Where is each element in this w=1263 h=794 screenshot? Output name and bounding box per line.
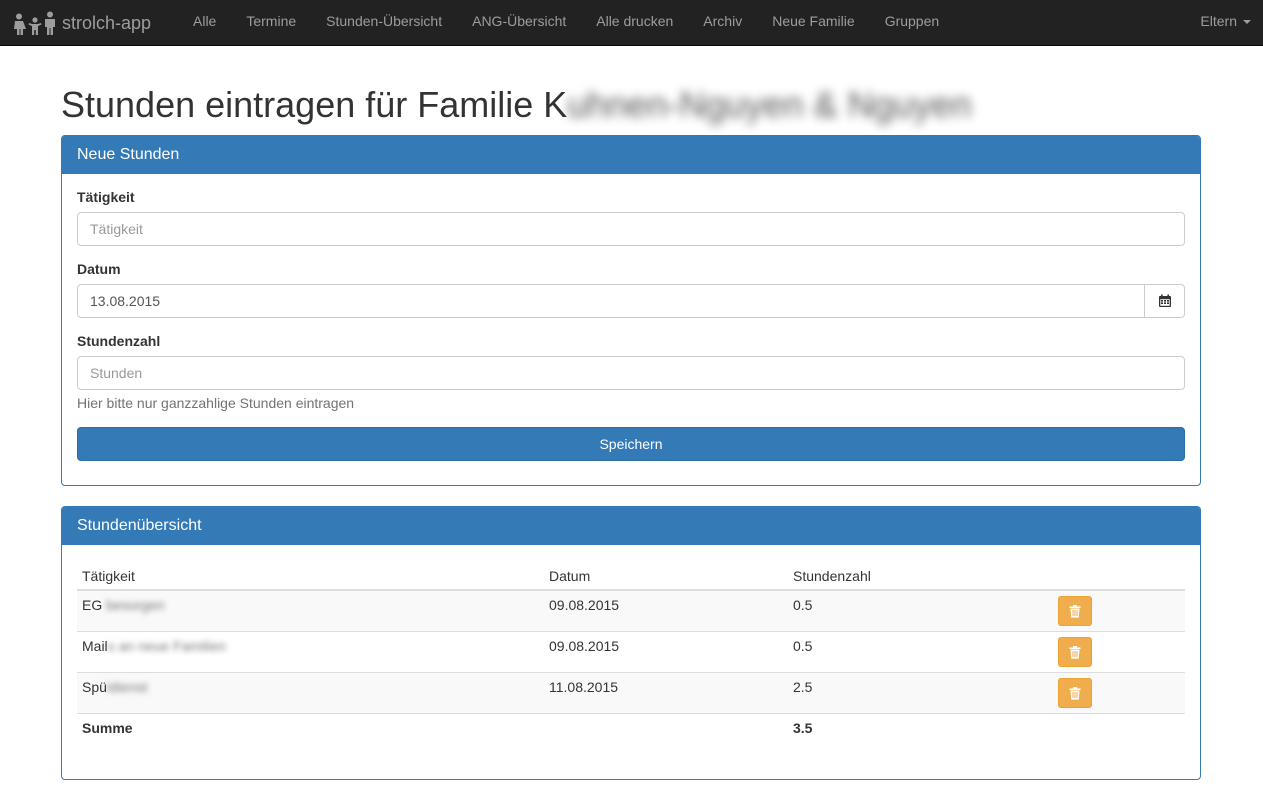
nav-item-ang-uebersicht[interactable]: ANG-Übersicht: [457, 0, 581, 46]
delete-button[interactable]: [1058, 678, 1092, 708]
cell-activity: Mails an neue Familien: [77, 631, 544, 673]
sum-empty-cell: [544, 713, 788, 755]
redacted-activity-text: s an neue Familien: [107, 638, 226, 654]
trash-icon: [1069, 645, 1081, 659]
activity-label: Tätigkeit: [77, 189, 135, 205]
page-title: Stunden eintragen für Familie Kuhnen-Ngu…: [61, 84, 972, 126]
activity-text: Spü: [82, 679, 107, 695]
nav-item-gruppen[interactable]: Gruppen: [870, 0, 954, 46]
save-button[interactable]: Speichern: [77, 427, 1185, 461]
main-nav: Alle Termine Stunden-Übersicht ANG-Übers…: [178, 0, 954, 46]
hours-label: Stundenzahl: [77, 333, 161, 349]
column-header-hours: Stundenzahl: [788, 559, 1053, 591]
table-row: EG besorgen 09.08.2015 0.5: [77, 589, 1185, 632]
cell-hours: 0.5: [788, 589, 1053, 632]
table-row: Mails an neue Familien 09.08.2015 0.5: [77, 631, 1185, 673]
date-input-group: [77, 284, 1185, 318]
nav-item-termine[interactable]: Termine: [231, 0, 311, 46]
cell-actions: [1053, 631, 1185, 673]
page-title-text: Stunden eintragen für Familie K: [61, 84, 568, 125]
cell-hours: 2.5: [788, 672, 1053, 714]
nav-item-neue-familie[interactable]: Neue Familie: [757, 0, 869, 46]
table-row: Spüldienst 11.08.2015 2.5: [77, 672, 1185, 714]
nav-item-archiv[interactable]: Archiv: [688, 0, 757, 46]
cell-date: 09.08.2015: [544, 631, 788, 673]
date-label: Datum: [77, 261, 121, 277]
hours-overview-panel: Stundenübersicht Tätigkeit Datum Stunden…: [61, 506, 1201, 780]
trash-icon: [1069, 604, 1081, 618]
calendar-button[interactable]: [1145, 284, 1185, 318]
cell-actions: [1053, 589, 1185, 632]
sum-row: Summe 3.5: [77, 713, 1185, 755]
delete-button[interactable]: [1058, 596, 1092, 626]
nav-item-alle[interactable]: Alle: [178, 0, 231, 46]
sum-label: Summe: [77, 713, 544, 755]
sum-actions-cell: [1053, 713, 1185, 755]
redacted-activity-text: ldienst: [106, 679, 148, 695]
column-header-date: Datum: [544, 559, 788, 591]
cell-hours: 0.5: [788, 631, 1053, 673]
hours-overview-body: Tätigkeit Datum Stundenzahl EG besorgen …: [62, 545, 1200, 770]
redacted-family-name: uhnen-Nguyen & Nguyen: [567, 84, 972, 125]
top-navbar: strolch-app Alle Termine Stunden-Übersic…: [0, 0, 1263, 46]
cell-date: 11.08.2015: [544, 672, 788, 714]
activity-text: Mail: [82, 638, 108, 654]
date-group: Datum: [77, 261, 1185, 318]
new-hours-form: Tätigkeit Datum Stun: [62, 174, 1200, 476]
hours-help-text: Hier bitte nur ganzzahlige Stunden eintr…: [77, 395, 355, 411]
trash-icon: [1069, 686, 1081, 700]
redacted-activity-text: besorgen: [106, 597, 165, 613]
eltern-dropdown[interactable]: Eltern: [1200, 0, 1251, 42]
sum-value: 3.5: [788, 713, 1053, 755]
activity-text: EG: [82, 597, 103, 613]
new-hours-panel-heading: Neue Stunden: [62, 136, 1200, 174]
hours-overview-panel-heading: Stundenübersicht: [62, 507, 1200, 545]
calendar-icon: [1158, 294, 1171, 307]
caret-down-icon: [1243, 20, 1251, 24]
family-icon: [10, 11, 58, 35]
column-header-actions: [1053, 559, 1185, 591]
delete-button[interactable]: [1058, 637, 1092, 667]
cell-activity: EG besorgen: [77, 589, 544, 632]
nav-item-stunden-uebersicht[interactable]: Stunden-Übersicht: [311, 0, 457, 46]
eltern-dropdown-label: Eltern: [1200, 13, 1237, 29]
cell-activity: Spüldienst: [77, 672, 544, 714]
table-header-row: Tätigkeit Datum Stundenzahl: [77, 559, 1185, 591]
activity-input[interactable]: [77, 212, 1185, 246]
hours-input[interactable]: [77, 356, 1185, 390]
brand-link[interactable]: strolch-app: [10, 0, 151, 46]
nav-item-alle-drucken[interactable]: Alle drucken: [581, 0, 688, 46]
date-input[interactable]: [77, 284, 1145, 318]
hours-group: Stundenzahl Hier bitte nur ganzzahlige S…: [77, 333, 1185, 411]
hours-table: Tätigkeit Datum Stundenzahl EG besorgen …: [77, 559, 1185, 755]
brand-name: strolch-app: [62, 12, 152, 33]
cell-date: 09.08.2015: [544, 589, 788, 632]
cell-actions: [1053, 672, 1185, 714]
activity-group: Tätigkeit: [77, 189, 1185, 246]
new-hours-panel: Neue Stunden Tätigkeit Datum: [61, 135, 1201, 486]
column-header-activity: Tätigkeit: [77, 559, 544, 591]
